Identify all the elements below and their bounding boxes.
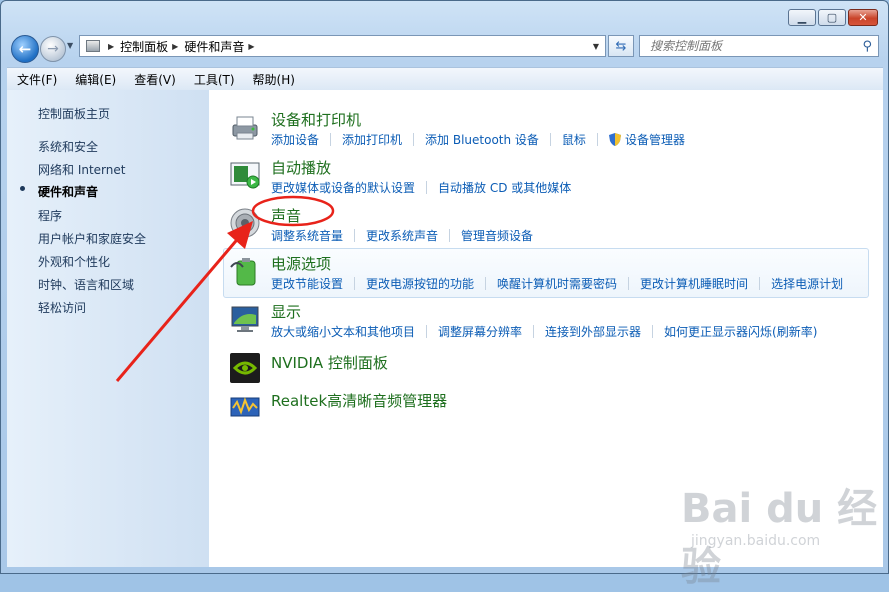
sidebar-item-system-security[interactable]: 系统和安全 xyxy=(38,138,98,155)
category-title[interactable]: 声音 xyxy=(271,205,301,226)
nvidia-icon xyxy=(230,353,260,383)
chevron-right-icon[interactable]: ▶ xyxy=(108,42,114,51)
link-device-manager[interactable]: 设备管理器 xyxy=(625,131,685,148)
breadcrumb-control-panel[interactable]: 控制面板 xyxy=(120,38,168,55)
back-button[interactable]: ← xyxy=(11,35,39,63)
address-bar[interactable]: ▶ 控制面板 ▶ 硬件和声音 ▶ ▼ xyxy=(79,35,606,57)
refresh-button[interactable]: ⇆ xyxy=(608,35,634,57)
link-screen-resolution[interactable]: 调整屏幕分辨率 xyxy=(438,323,522,340)
link-refresh-rate[interactable]: 如何更正显示器闪烁(刷新率) xyxy=(664,323,817,340)
link-text-size[interactable]: 放大或缩小文本和其他项目 xyxy=(271,323,415,340)
sidebar-item-appearance[interactable]: 外观和个性化 xyxy=(38,253,110,270)
autoplay-icon xyxy=(230,162,260,189)
search-icon[interactable]: ⚲ xyxy=(862,39,872,54)
link-sleep-time[interactable]: 更改计算机睡眠时间 xyxy=(640,275,748,292)
monitor-icon xyxy=(231,306,259,332)
category-title[interactable]: 设备和打印机 xyxy=(271,109,361,130)
menu-bar: 文件(F) 编辑(E) 查看(V) 工具(T) 帮助(H) xyxy=(7,67,883,90)
maximize-button[interactable]: ▢ xyxy=(818,9,846,26)
category-title[interactable]: 电源选项 xyxy=(271,253,331,274)
active-bullet-icon xyxy=(20,186,25,191)
sidebar-item-ease-of-access[interactable]: 轻松访问 xyxy=(38,299,86,316)
category-links: 更改媒体或设备的默认设置 自动播放 CD 或其他媒体 xyxy=(271,179,571,196)
category-title[interactable]: Realtek高清晰音频管理器 xyxy=(271,390,447,411)
link-media-defaults[interactable]: 更改媒体或设备的默认设置 xyxy=(271,179,415,196)
breadcrumb-hardware-sound[interactable]: 硬件和声音 xyxy=(184,38,244,55)
menu-help[interactable]: 帮助(H) xyxy=(243,71,303,88)
sidebar: 控制面板主页 系统和安全 网络和 Internet 硬件和声音 程序 用户帐户和… xyxy=(7,90,209,567)
recent-pages-dropdown[interactable]: ▼ xyxy=(67,41,73,50)
category-title[interactable]: 显示 xyxy=(271,301,301,322)
menu-tools[interactable]: 工具(T) xyxy=(184,71,243,88)
search-input[interactable] xyxy=(648,38,852,54)
battery-icon xyxy=(230,258,256,286)
baidu-watermark-url: jingyan.baidu.com xyxy=(691,533,821,549)
category-links: 更改节能设置 更改电源按钮的功能 唤醒计算机时需要密码 更改计算机睡眠时间 选择… xyxy=(271,275,843,292)
category-links: 调整系统音量 更改系统声音 管理音频设备 xyxy=(271,227,533,244)
forward-arrow-icon: → xyxy=(47,41,59,57)
link-add-device[interactable]: 添加设备 xyxy=(271,131,319,148)
link-add-printer[interactable]: 添加打印机 xyxy=(342,131,402,148)
link-autoplay-cd[interactable]: 自动播放 CD 或其他媒体 xyxy=(438,179,571,196)
sidebar-item-network[interactable]: 网络和 Internet xyxy=(38,161,125,178)
realtek-icon xyxy=(230,397,260,417)
link-wakeup-password[interactable]: 唤醒计算机时需要密码 xyxy=(497,275,617,292)
speaker-icon xyxy=(230,208,260,238)
minimize-button[interactable]: ▁ xyxy=(788,9,816,26)
link-external-display[interactable]: 连接到外部显示器 xyxy=(545,323,641,340)
category-links: 添加设备 添加打印机 添加 Bluetooth 设备 鼠标 设备管理器 xyxy=(271,131,685,148)
link-manage-audio-devices[interactable]: 管理音频设备 xyxy=(461,227,533,244)
control-panel-window: ▁ ▢ ✕ ← → ▼ ▶ 控制面板 ▶ 硬件和声音 ▶ ▼ ⇆ ⚲ 文件(F)… xyxy=(0,0,889,590)
sidebar-item-hardware-sound: 硬件和声音 xyxy=(38,185,99,199)
search-box[interactable]: ⚲ xyxy=(639,35,879,57)
link-power-saving[interactable]: 更改节能设置 xyxy=(271,275,343,292)
forward-button[interactable]: → xyxy=(40,36,66,62)
link-add-bluetooth[interactable]: 添加 Bluetooth 设备 xyxy=(425,131,539,148)
sidebar-item-programs[interactable]: 程序 xyxy=(38,207,62,224)
link-change-sounds[interactable]: 更改系统声音 xyxy=(366,227,438,244)
sidebar-item-user-accounts[interactable]: 用户帐户和家庭安全 xyxy=(38,230,146,247)
close-button[interactable]: ✕ xyxy=(848,9,878,26)
menu-file[interactable]: 文件(F) xyxy=(7,71,65,88)
back-arrow-icon: ← xyxy=(18,40,32,58)
sidebar-item-home[interactable]: 控制面板主页 xyxy=(38,105,110,122)
category-links: 放大或缩小文本和其他项目 调整屏幕分辨率 连接到外部显示器 如何更正显示器闪烁(… xyxy=(271,323,817,340)
link-mouse[interactable]: 鼠标 xyxy=(562,131,586,148)
link-adjust-volume[interactable]: 调整系统音量 xyxy=(271,227,343,244)
chevron-right-icon[interactable]: ▶ xyxy=(172,42,178,51)
printer-icon xyxy=(232,116,258,140)
control-panel-icon xyxy=(86,40,100,52)
menu-edit[interactable]: 编辑(E) xyxy=(65,71,124,88)
refresh-icon: ⇆ xyxy=(615,38,627,54)
uac-shield-icon xyxy=(608,133,621,146)
menu-view[interactable]: 查看(V) xyxy=(124,71,184,88)
category-title[interactable]: NVIDIA 控制面板 xyxy=(271,352,388,373)
link-power-plan[interactable]: 选择电源计划 xyxy=(771,275,843,292)
chevron-right-icon[interactable]: ▶ xyxy=(248,42,254,51)
sidebar-item-clock-region[interactable]: 时钟、语言和区域 xyxy=(38,276,134,293)
chevron-down-icon[interactable]: ▼ xyxy=(593,42,599,51)
link-power-button[interactable]: 更改电源按钮的功能 xyxy=(366,275,474,292)
category-title[interactable]: 自动播放 xyxy=(271,157,331,178)
caption-buttons: ▁ ▢ ✕ xyxy=(788,9,878,26)
